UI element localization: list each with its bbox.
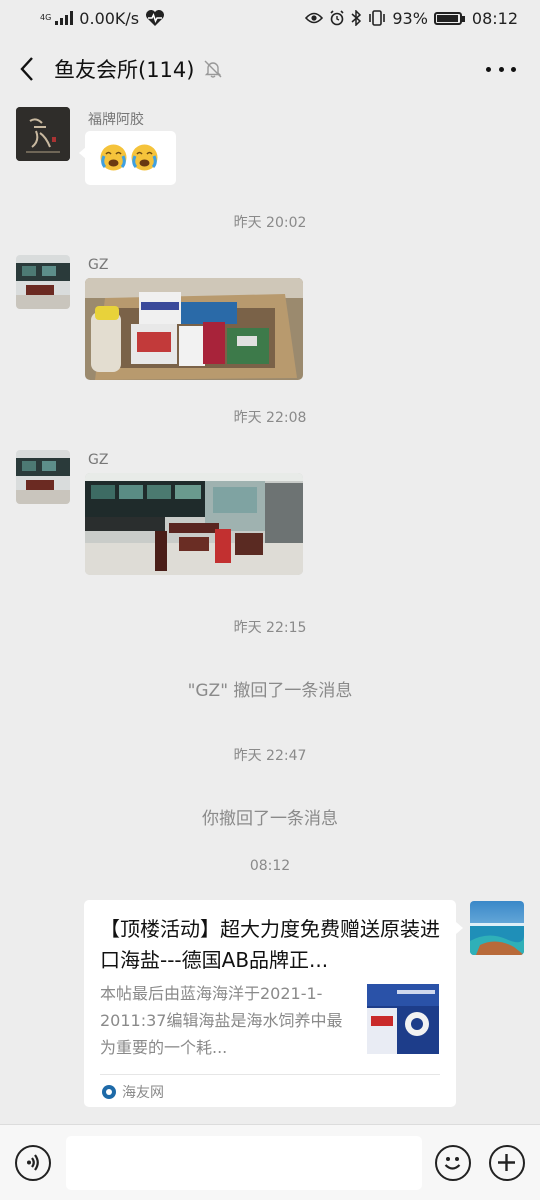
avatar-gz[interactable] bbox=[16, 255, 70, 309]
timestamp: 昨天 22:47 bbox=[233, 748, 307, 764]
network-speed: 0.00K/s bbox=[79, 8, 140, 28]
aquarium-room-image bbox=[85, 473, 303, 575]
crying-face-icon bbox=[131, 144, 158, 171]
dot bbox=[511, 66, 516, 72]
chat-header: 鱼友会所(114) bbox=[0, 36, 540, 102]
battery-icon bbox=[433, 11, 465, 25]
sender-name: GZ bbox=[88, 452, 109, 468]
emoji-button[interactable] bbox=[435, 1145, 471, 1181]
avatar-seascape-image bbox=[470, 901, 524, 955]
timestamp: 08:12 bbox=[249, 858, 291, 874]
avatar-room-image bbox=[16, 450, 70, 504]
chevron-left-icon bbox=[20, 57, 33, 81]
timestamp: 昨天 22:15 bbox=[233, 620, 307, 636]
alarm-icon bbox=[330, 10, 344, 26]
crying-emoji-pair bbox=[99, 143, 159, 172]
cardboard-box-image bbox=[85, 278, 303, 380]
emoji-message-bubble[interactable] bbox=[79, 131, 176, 185]
link-card-description: 本帖最后由蓝海海洋于2021-1-2011:37编辑海盐是海水饲养中最为重要的一… bbox=[100, 984, 343, 1057]
timestamp: 昨天 22:08 bbox=[233, 410, 307, 426]
link-card-source: 海友网 bbox=[102, 1082, 164, 1102]
link-card-title: 【顶楼活动】超大力度免费赠送原装进口海盐---德国AB品牌正... bbox=[100, 917, 440, 972]
photo-message-aquarium-room[interactable] bbox=[85, 473, 303, 575]
thumbnail-image bbox=[367, 984, 439, 1054]
smiley-icon bbox=[444, 1157, 461, 1170]
link-card-thumbnail bbox=[367, 984, 439, 1054]
chat-input-bar bbox=[0, 1124, 540, 1200]
status-bar: 4G 0.00K/s 93% 08:12 bbox=[0, 0, 540, 36]
back-button[interactable] bbox=[0, 36, 54, 102]
status-left: 4G 0.00K/s bbox=[40, 9, 165, 28]
avatar-room-image bbox=[16, 255, 70, 309]
network-type: 4G bbox=[40, 13, 52, 22]
voice-icon bbox=[27, 1154, 39, 1171]
source-logo-icon bbox=[102, 1085, 116, 1099]
clock: 08:12 bbox=[471, 8, 518, 28]
dot bbox=[498, 66, 504, 72]
recall-notice-self[interactable]: 你撤回了一条消息 bbox=[0, 804, 540, 829]
avatar-self[interactable] bbox=[470, 901, 524, 955]
crying-face-icon bbox=[100, 144, 127, 171]
timestamp: 昨天 20:02 bbox=[233, 215, 307, 231]
sender-name: 福牌阿胶 bbox=[88, 112, 144, 128]
battery-percent: 93% bbox=[392, 8, 428, 28]
photo-message-box-of-supplies[interactable] bbox=[85, 278, 303, 380]
signal-icon bbox=[55, 11, 74, 25]
card-divider bbox=[100, 1074, 440, 1075]
plus-icon bbox=[498, 1154, 515, 1171]
vibrate-icon bbox=[369, 10, 386, 26]
more-options-button[interactable] bbox=[486, 58, 516, 80]
link-card-message[interactable]: 【顶楼活动】超大力度免费赠送原装进口海盐---德国AB品牌正... 本帖最后由蓝… bbox=[84, 900, 463, 1107]
more-functions-button[interactable] bbox=[489, 1145, 525, 1181]
avatar-gz[interactable] bbox=[16, 450, 70, 504]
voice-input-button[interactable] bbox=[15, 1145, 51, 1181]
heart-pulse-icon bbox=[146, 10, 165, 26]
avatar-fupai[interactable] bbox=[16, 107, 70, 161]
recall-notice: "GZ" 撤回了一条消息 bbox=[187, 681, 353, 701]
eye-icon bbox=[305, 12, 324, 24]
mute-bell-icon bbox=[204, 60, 222, 78]
bluetooth-icon bbox=[351, 10, 362, 26]
sender-name: GZ bbox=[88, 257, 109, 273]
avatar-calligraphy-image bbox=[16, 107, 70, 161]
chat-title: 鱼友会所(114) bbox=[54, 58, 195, 82]
message-input[interactable] bbox=[66, 1136, 422, 1190]
dot bbox=[486, 66, 491, 72]
source-name: 海友网 bbox=[122, 1085, 164, 1101]
status-right: 93% 08:12 bbox=[305, 9, 518, 28]
